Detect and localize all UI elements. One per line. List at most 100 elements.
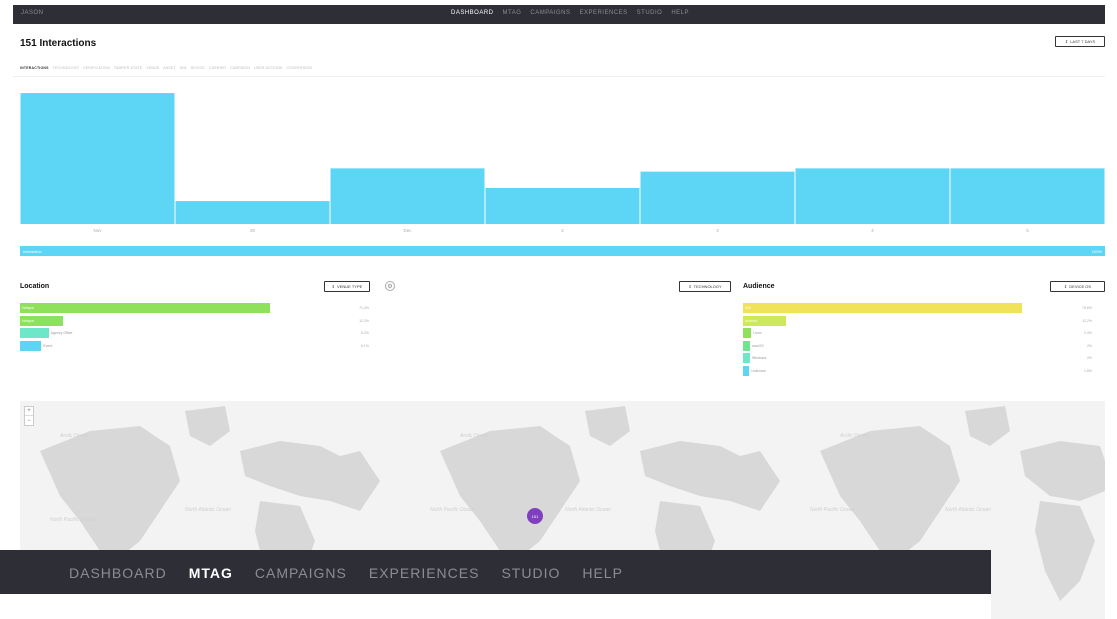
chart-bar[interactable] [175,201,330,224]
zoomed-nav-studio[interactable]: STUDIO [501,565,560,581]
ocean-label: North Pacific Ocean [50,517,95,523]
audience-percent: 79.6% [1082,306,1092,310]
audience-label: Android [745,318,758,323]
chart-bar[interactable] [485,188,640,224]
audience-row[interactable]: iOS 79.6% [743,303,1093,313]
x-tick-label: 4 [871,228,874,233]
audience-bar-fill [743,303,1022,313]
location-label: Hotspot [22,306,35,310]
chart-bar[interactable] [795,168,950,224]
tab-interactions[interactable]: INTERACTIONS [20,66,49,70]
audience-row[interactable]: Windows 2% [743,353,1093,363]
zoom-in-button[interactable]: + [25,407,33,416]
location-row[interactable]: Hotspot 71.4% [20,303,370,313]
x-tick-label: 30 [250,228,256,233]
bottom-whitespace [0,594,991,619]
tab-technology[interactable]: TECHNOLOGY [53,66,80,70]
tab-device[interactable]: DEVICE [191,66,205,70]
audience-row[interactable]: Unknown 1.8% [743,365,1093,376]
audience-label: Linux [753,331,762,335]
location-title: Location [20,283,50,290]
tab-user-actions[interactable]: USER ACTIONS [254,66,282,70]
nav-link-experiences[interactable]: EXPERIENCES [579,10,627,16]
tab-venue[interactable]: VENUE [146,66,159,70]
audience-percent: 2% [1086,356,1092,360]
audience-row[interactable]: macOS 2% [743,340,1093,351]
chart-bar[interactable] [950,168,1105,224]
tab-asset[interactable]: ASSET [163,66,175,70]
page-title: 151 Interactions [20,38,97,49]
date-range-button[interactable]: ⇕ LAST 7 DAYS [1055,36,1105,47]
top-nav: JASON DASHBOARD MTAG CAMPAIGNS EXPERIENC… [13,5,1105,24]
nav-link-mtag[interactable]: MTAG [503,10,522,16]
audience-label: Unknown [751,368,766,373]
interaction-total-label: Interaction [23,249,42,254]
ocean-label: Arctic Ocean [459,433,489,439]
x-tick-label: 5 [1026,228,1029,233]
venue-type-select-label: VENUE TYPE [337,284,363,289]
app-root: JASON DASHBOARD MTAG CAMPAIGNS EXPERIENC… [0,0,1117,619]
tab-carrier[interactable]: CARRIER [209,66,226,70]
zoomed-nav: DASHBOARD MTAG CAMPAIGNS EXPERIENCES STU… [0,550,991,594]
tab-divider [13,76,1105,77]
chart-bar[interactable] [640,171,795,224]
venue-type-select[interactable]: ⇕ VENUE TYPE [324,281,370,292]
audience-bar-fill [743,353,750,363]
map-cluster-marker[interactable]: 151 [527,508,543,524]
audience-percent: 1.8% [1084,368,1092,373]
zoomed-nav-mtag[interactable]: MTAG [189,565,233,581]
location-row[interactable]: Event 6.1% [20,340,370,351]
audience-row[interactable]: Android 12.2% [743,315,1093,326]
audience-label: macOS [752,343,764,348]
map-zoom-control: + − [24,406,34,426]
tab-sim[interactable]: SIM [180,66,187,70]
ocean-label: North Atlantic Ocean [185,507,231,513]
gear-icon[interactable]: ⚙ [385,281,395,291]
tab-verification[interactable]: VERIFICATION [83,66,110,70]
device-os-select[interactable]: ⇕ DEVICE OS [1050,281,1105,292]
location-bar-fill [20,303,270,313]
nav-link-help[interactable]: HELP [671,10,689,16]
tab-campaign[interactable]: CAMPAIGN [230,66,250,70]
audience-row[interactable]: Linux 2.4% [743,328,1093,338]
ocean-label: Arctic Ocean [59,433,89,439]
chart-bar[interactable] [20,93,175,224]
ocean-label: North Pacific Ocean [810,507,855,513]
nav-link-campaigns[interactable]: CAMPAIGNS [530,10,570,16]
tab-conversion[interactable]: CONVERSION [287,66,313,70]
location-label: Event [43,343,53,348]
brand-label: JASON [21,10,44,16]
chevron-updown-icon: ⇕ [1064,39,1069,44]
technology-select[interactable]: ⇕ TECHNOLOGY [679,281,731,292]
audience-bar-fill [743,328,752,338]
nav-link-dashboard[interactable]: DASHBOARD [451,10,494,16]
location-row[interactable]: Agency Office 8.2% [20,328,370,338]
x-tick-label: 3 [716,228,719,233]
location-percent: 12.2% [359,318,369,323]
ocean-label: North Atlantic Ocean [565,507,611,513]
interaction-total-bar: Interaction 100% [20,246,1105,256]
date-range-label: LAST 7 DAYS [1070,39,1096,44]
ocean-label: North Pacific Ocean [430,507,475,513]
zoom-out-button[interactable]: − [25,416,33,425]
nav-link-studio[interactable]: STUDIO [637,10,663,16]
audience-bar-fill [743,340,750,351]
x-tick-label: Dec [403,228,412,233]
location-label: Agency Office [50,331,73,335]
zoomed-nav-campaigns[interactable]: CAMPAIGNS [255,565,347,581]
x-tick-label: 2 [561,228,564,233]
top-nav-links: DASHBOARD MTAG CAMPAIGNS EXPERIENCES STU… [451,10,689,16]
audience-label: iOS [745,306,751,310]
audience-percent: 12.2% [1082,318,1092,323]
location-row[interactable]: Hotspot 12.2% [20,315,370,326]
chart-bar[interactable] [330,168,485,224]
zoomed-nav-links: DASHBOARD MTAG CAMPAIGNS EXPERIENCES STU… [69,565,623,581]
x-tick-label: Nov [93,228,102,233]
zoomed-nav-help[interactable]: HELP [582,565,623,581]
chevron-updown-icon: ⇕ [1063,284,1068,289]
zoomed-nav-dashboard[interactable]: DASHBOARD [69,565,167,581]
audience-bar-fill [743,365,750,376]
technology-select-label: TECHNOLOGY [693,284,722,289]
tab-tamper-state[interactable]: TAMPER STATE [114,66,142,70]
zoomed-nav-experiences[interactable]: EXPERIENCES [369,565,480,581]
